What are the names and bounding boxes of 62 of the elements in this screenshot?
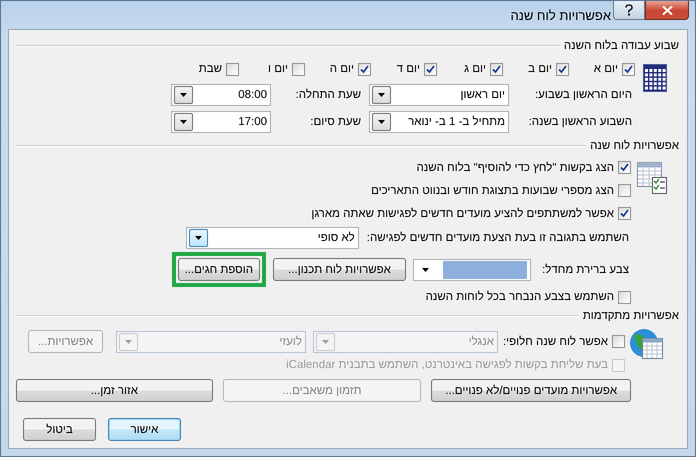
field-label: צבע ברירת מחדל: — [541, 264, 629, 276]
time-zone-button[interactable]: אזור זמן... — [16, 379, 213, 402]
caret-icon — [194, 236, 202, 240]
checkbox[interactable] — [618, 184, 631, 197]
dropdown[interactable]: מתחיל ב- 1 ב- ינואר — [369, 111, 509, 133]
checkbox[interactable] — [622, 62, 635, 76]
checkbox[interactable] — [226, 62, 239, 76]
close-button[interactable] — [645, 1, 689, 20]
calendar-checklist-icon — [637, 162, 667, 194]
field-label: שעת התחלה: — [294, 89, 361, 101]
help-icon — [625, 4, 633, 16]
dropdown[interactable]: 08:00 — [171, 84, 271, 106]
checkbox[interactable] — [612, 335, 625, 348]
field-label: השבוע הראשון בשנה: — [528, 116, 632, 128]
checkbox-label: בעת שליחת בקשות לפגישה באינטרנט, השתמש בתבנית iCalendar — [286, 359, 608, 371]
checkbox[interactable] — [618, 161, 631, 174]
color-picker[interactable] — [413, 258, 531, 280]
planner-options-button[interactable]: אפשרויות לוח תכנון... — [273, 258, 406, 281]
checkbox[interactable] — [618, 290, 631, 304]
calendar-icon — [643, 64, 667, 92]
checkbox[interactable] — [358, 62, 371, 76]
close-icon — [662, 6, 672, 14]
checkbox-label: שבת — [198, 63, 222, 75]
globe-calendar-icon — [628, 328, 664, 360]
section-title: אפשרויות מתקדמות — [582, 310, 679, 322]
checkbox-label: הצג בקשות "לחץ כדי להוסיף" בלוח השנה — [416, 162, 614, 174]
checkbox-label: אפשר למשתתפים להציע מועדים חדשים לפגישות שאתה מארגן — [311, 208, 614, 220]
caret-icon — [180, 93, 187, 97]
caret-icon — [322, 340, 329, 344]
dropdown[interactable]: לא סופי — [186, 227, 359, 249]
checkbox-label: יום ו — [268, 63, 288, 75]
cancel-button[interactable]: ביטול — [23, 418, 96, 441]
checkbox[interactable] — [556, 62, 569, 76]
caret-icon — [180, 120, 187, 124]
caret-icon — [378, 120, 385, 124]
dropdown[interactable]: יום ראשון — [369, 84, 509, 106]
holidays-button[interactable]: הוספת חגים... — [178, 258, 260, 281]
ok-button[interactable]: אישור — [108, 418, 181, 441]
checkbox-label: יום א — [594, 63, 618, 75]
checkbox[interactable] — [292, 62, 305, 76]
help-button[interactable] — [613, 1, 645, 20]
checkbox-label: הצג מספרי שבועות בתצוגת חודש ובנווט התאריכים — [371, 184, 614, 196]
checkbox-label: יום ג — [464, 63, 486, 75]
dropdown[interactable]: 17:00 — [171, 111, 271, 133]
field-label: שעת סיום: — [309, 116, 361, 128]
checkbox-label: יום ב — [528, 63, 552, 75]
checkbox-label: אפשר לוח שנה חלופי: — [502, 336, 608, 348]
checkbox-label: השתמש בצבע הנבחר בכל לוחות השנה — [426, 291, 614, 303]
checkbox[interactable] — [490, 62, 503, 76]
checkbox-label: יום ה — [330, 63, 354, 75]
free-busy-options-button[interactable]: אפשרויות מועדים פנויים/לא פנויים... — [431, 379, 631, 402]
section-title: אפשרויות לוח שנה — [590, 140, 679, 152]
caret-icon — [378, 93, 385, 97]
caret-icon — [422, 268, 429, 272]
section-title: שבוע עבודה בלוח השנה — [564, 40, 679, 52]
field-label: השתמש בתגובה זו בעת הצעת מועדים חדשים לפגישה: — [366, 232, 629, 244]
caret-icon — [125, 340, 132, 344]
checkbox[interactable] — [424, 62, 437, 76]
checkbox[interactable] — [618, 207, 631, 220]
field-label: היום הראשון בשבוע: — [534, 89, 632, 101]
window-title: אפשרויות לוח שנה — [510, 8, 611, 22]
checkbox-label: יום ד — [396, 63, 420, 75]
